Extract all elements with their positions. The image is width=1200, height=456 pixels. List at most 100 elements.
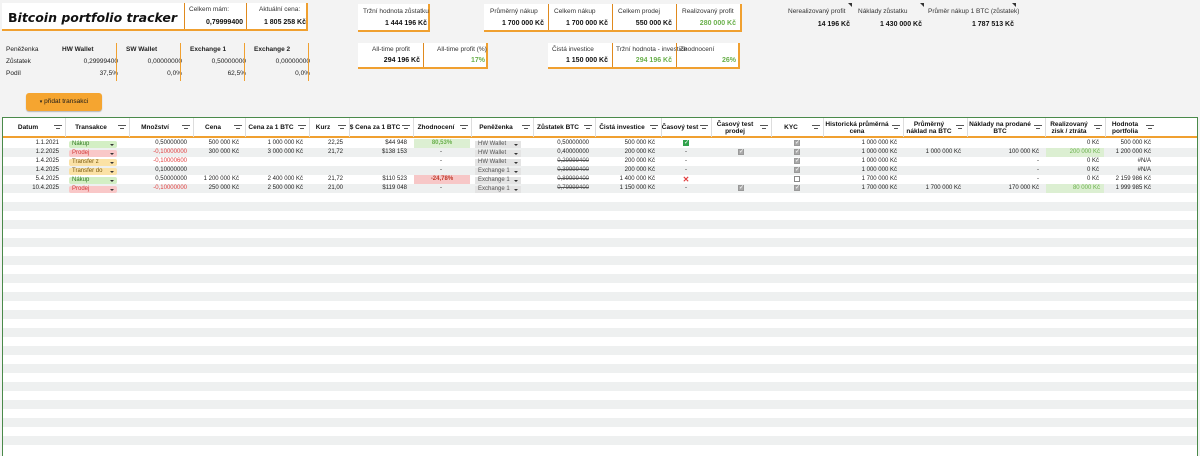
filter-icon[interactable] — [1146, 125, 1154, 130]
column-header[interactable]: Peněženka — [471, 118, 533, 137]
chevron-down-icon — [514, 171, 518, 173]
filter-icon[interactable] — [1034, 125, 1042, 130]
filter-icon[interactable] — [234, 125, 242, 130]
column-header[interactable]: Časový test — [661, 118, 711, 137]
add-transaction-button[interactable]: ▾ přidat transakci — [26, 93, 102, 111]
cell-price-btc — [249, 157, 303, 166]
column-header[interactable]: Množství — [129, 118, 193, 137]
wallet-cell: 62,5% — [227, 70, 246, 77]
cell-portfolio: #N/A — [1137, 167, 1151, 173]
kyc-checkbox[interactable] — [794, 184, 800, 193]
transaction-type-select[interactable]: Prodej — [69, 150, 117, 157]
checkbox-icon[interactable] — [683, 139, 689, 148]
chevron-down-icon — [110, 180, 114, 182]
filter-icon[interactable] — [650, 125, 658, 130]
filter-icon[interactable] — [1094, 125, 1102, 130]
column-header[interactable]: Čistá investice — [595, 118, 661, 137]
kyc-checkbox[interactable] — [794, 166, 800, 175]
filter-icon[interactable] — [956, 125, 964, 130]
cell-usd-price — [353, 157, 407, 166]
chevron-down-icon — [110, 153, 114, 155]
column-header[interactable]: Realizovaný zisk / ztráta — [1045, 118, 1105, 137]
column-header[interactable]: KYC — [771, 118, 823, 137]
cell-gain: - — [440, 149, 442, 155]
wallet-cell: 0,50000000 — [211, 58, 246, 65]
table-row: 1.4.2025 Transfer z -0,10000600 - HW Wallet 0… — [3, 157, 1197, 166]
transaction-type-select[interactable]: Nákup — [69, 141, 117, 148]
wallet-cell: 0,29999400 — [83, 58, 118, 65]
wallet-select[interactable]: HW Wallet — [475, 159, 521, 166]
column-header[interactable]: Hodnota portfolia — [1105, 118, 1157, 137]
filter-icon[interactable] — [118, 125, 126, 130]
cell-sold-cost: - — [1037, 158, 1039, 164]
column-header[interactable]: Cena za 1 BTC — [245, 118, 309, 137]
column-header[interactable]: Zhodnocení — [413, 118, 471, 137]
wallet-select[interactable]: Exchange 1 — [475, 177, 521, 184]
column-header[interactable]: Datum — [3, 118, 65, 137]
transaction-type-select[interactable]: Prodej — [69, 186, 117, 193]
kyc-checkbox[interactable] — [794, 176, 800, 182]
table-row — [3, 337, 1197, 346]
kyc-checkbox[interactable] — [794, 157, 800, 166]
column-header[interactable]: Kurz — [309, 118, 349, 137]
wallet-select[interactable]: HW Wallet — [475, 150, 521, 157]
transaction-type-select[interactable]: Transfer do — [69, 168, 117, 175]
cell-time-test: - — [685, 149, 687, 155]
table-row — [3, 265, 1197, 274]
cell-kyc — [771, 184, 823, 193]
right-stat-value: 1 787 513 Kč — [971, 21, 1014, 28]
wallet-select[interactable]: Exchange 1 — [475, 168, 521, 175]
filter-icon[interactable] — [338, 125, 346, 130]
wallet-select[interactable]: Exchange 1 — [475, 186, 521, 193]
filter-icon[interactable] — [760, 125, 768, 130]
checkbox-icon[interactable] — [738, 148, 744, 157]
cell-time-test: - — [685, 158, 687, 164]
cell-date: 10.4.2025 — [32, 185, 59, 191]
filter-icon[interactable] — [54, 125, 62, 130]
cell-historical-avg: 1 000 000 Kč — [861, 149, 897, 155]
kyc-checkbox[interactable] — [794, 148, 800, 157]
wallet-cell: 0,0% — [167, 70, 182, 77]
filter-icon[interactable] — [700, 125, 708, 130]
checkbox-icon[interactable] — [738, 184, 744, 193]
chevron-down-icon — [110, 162, 114, 164]
price-value: 1 805 258 Kč — [263, 19, 306, 26]
column-header[interactable]: Zůstatek BTC — [533, 118, 595, 137]
wallet-cell: Exchange 2 — [254, 46, 291, 53]
filter-icon[interactable] — [812, 125, 820, 130]
column-header[interactable]: Transakce — [65, 118, 129, 137]
column-header[interactable]: Náklady na prodané BTC — [967, 118, 1045, 137]
column-header[interactable]: Časový test prodej — [711, 118, 771, 137]
cell-time-test — [661, 139, 711, 148]
filter-icon[interactable] — [460, 125, 468, 130]
column-header[interactable]: $ Cena za 1 BTC — [349, 118, 413, 137]
table-header: Datum Transakce Množství Cena Cena za 1 BTC K… — [3, 117, 1197, 138]
column-header[interactable]: Historická průměrná cena — [823, 118, 903, 137]
filter-icon[interactable] — [584, 125, 592, 130]
filter-icon[interactable] — [298, 125, 306, 130]
filter-icon[interactable] — [402, 125, 410, 130]
transaction-type-select[interactable]: Nákup — [69, 177, 117, 184]
filter-icon[interactable] — [522, 125, 530, 130]
right-stat-value: 1 430 000 Kč — [879, 21, 922, 28]
filter-icon[interactable] — [892, 125, 900, 130]
chevron-down-icon: ▾ — [39, 99, 43, 105]
column-header[interactable]: Průměrný náklad na BTC — [903, 118, 967, 137]
cell-realized: 80 000 Kč — [1046, 184, 1104, 193]
table-row — [3, 247, 1197, 256]
wallet-select[interactable]: HW Wallet — [475, 141, 521, 148]
kyc-checkbox[interactable] — [794, 139, 800, 148]
column-header[interactable]: Cena — [193, 118, 245, 137]
cell-rate — [313, 166, 343, 175]
cell-gain: 80,53% — [414, 139, 470, 148]
cell-time-test: ✕ — [661, 175, 711, 184]
table-row — [3, 229, 1197, 238]
cell-time-test-sell — [711, 157, 771, 166]
transaction-type-select[interactable]: Transfer z — [69, 159, 117, 166]
cell-balance: 0,40000000 — [557, 149, 589, 155]
cell-wallet: Exchange 1 — [475, 175, 531, 184]
cell-price-btc: 3 000 000 Kč — [267, 149, 303, 155]
wallet-balance-row: Zůstatek 0,29999400 0,00000000 0,50000000 0,… — [6, 57, 310, 68]
filter-icon[interactable] — [182, 125, 190, 130]
cell-wallet: HW Wallet — [475, 157, 531, 166]
